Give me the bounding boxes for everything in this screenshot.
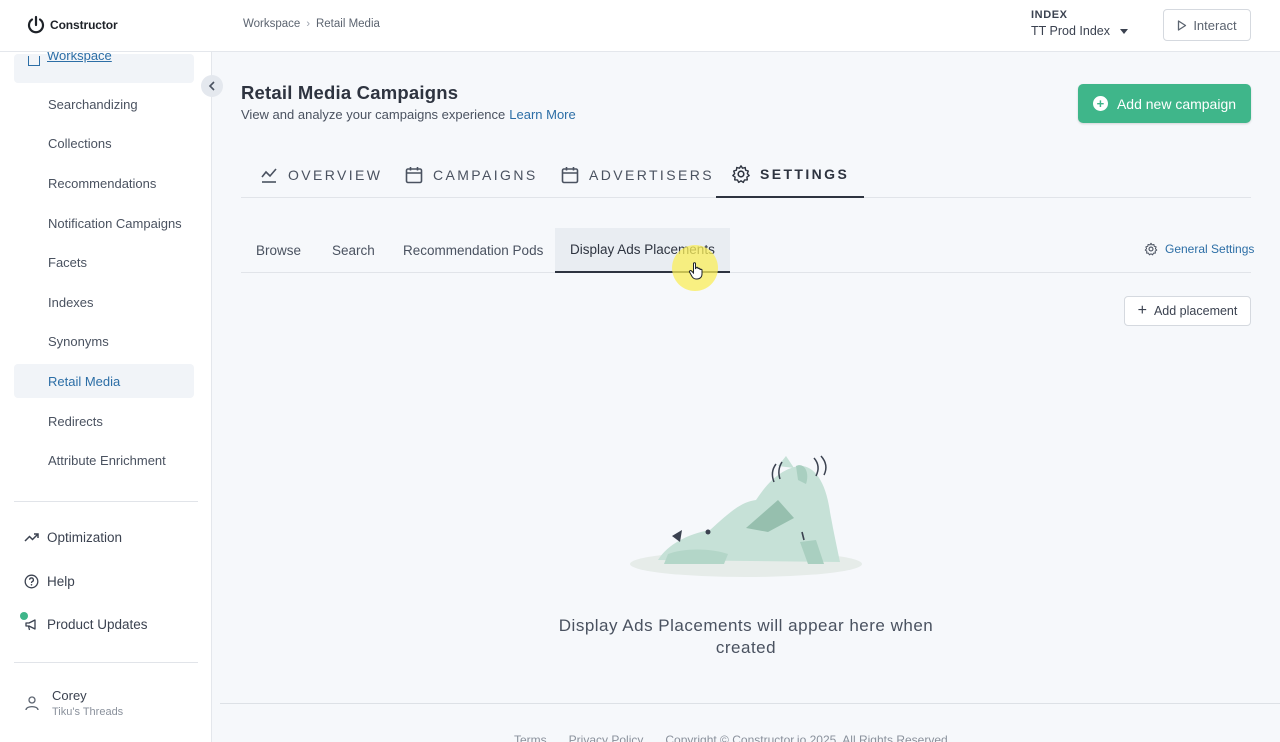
tab-advertisers[interactable]: ADVERTISERS (545, 152, 729, 198)
footer-privacy-link[interactable]: Privacy Policy (569, 733, 644, 742)
collapse-sidebar-button[interactable] (201, 75, 223, 97)
chevron-left-icon (208, 81, 215, 91)
user-icon (25, 696, 39, 711)
sidebar-item-help[interactable]: Help (24, 574, 75, 589)
logo[interactable]: Constructor (26, 15, 118, 35)
sidebar-item-label: Redirects (48, 413, 103, 429)
sidebar-item-label: Attribute Enrichment (48, 452, 166, 468)
add-campaign-label: Add new campaign (1116, 95, 1237, 112)
tab-campaigns[interactable]: CAMPAIGNS (389, 152, 553, 198)
breadcrumb-retail-media[interactable]: Retail Media (316, 18, 380, 30)
sidebar-item-indexes[interactable]: Indexes (14, 285, 194, 319)
index-selector[interactable]: INDEX TT Prod Index (1031, 9, 1128, 38)
logo-text: Constructor (50, 18, 118, 32)
sidebar-item-product-updates[interactable]: Product Updates (24, 617, 148, 632)
sidebar-item-label: Workspace (47, 52, 112, 63)
add-placement-label: Add placement (1153, 304, 1238, 318)
subtab-search[interactable]: Search (317, 228, 390, 273)
sidebar-divider (14, 662, 198, 663)
index-label: INDEX (1031, 9, 1068, 21)
calendar-icon (561, 167, 579, 184)
learn-more-link[interactable]: Learn More (509, 107, 575, 122)
sidebar-item-label: Help (47, 574, 75, 589)
sidebar-item-label: Product Updates (47, 617, 148, 632)
trending-up-icon (24, 533, 39, 542)
plus-circle-icon: + (1092, 96, 1108, 111)
general-settings-link[interactable]: General Settings (1144, 242, 1254, 256)
chevron-right-icon: › (306, 18, 310, 30)
caret-down-icon (1119, 28, 1128, 34)
calendar-icon (405, 167, 423, 184)
sidebar-item-retail-media[interactable]: Retail Media (14, 364, 194, 398)
sidebar-item-redirects[interactable]: Redirects (14, 404, 194, 438)
sidebar-item-label: Synonyms (48, 333, 109, 349)
tab-label: ADVERTISERS (589, 167, 714, 183)
empty-state-dog-illustration (630, 455, 862, 577)
main-tabs: OVERVIEW CAMPAIGNS ADVERTISERS SETTINGS (241, 152, 1251, 198)
hand-cursor-icon (688, 262, 703, 280)
sidebar-item-facets[interactable]: Facets (14, 245, 194, 279)
tab-overview[interactable]: OVERVIEW (244, 152, 397, 198)
add-placement-button[interactable]: + Add placement (1124, 296, 1251, 326)
breadcrumb: Workspace › Retail Media (243, 18, 380, 30)
subtab-browse[interactable]: Browse (241, 228, 316, 273)
sidebar-item-optimization[interactable]: Optimization (24, 530, 122, 545)
interact-label: Interact (1193, 17, 1237, 33)
add-new-campaign-button[interactable]: + Add new campaign (1078, 84, 1251, 123)
sidebar-item-synonyms[interactable]: Synonyms (14, 324, 194, 358)
sidebar-item-label: Collections (48, 135, 112, 151)
tab-label: CAMPAIGNS (433, 167, 538, 183)
gear-icon (1144, 242, 1158, 256)
sidebar-item-workspace[interactable]: Workspace (14, 52, 194, 83)
sidebar-item-collections[interactable]: Collections (14, 126, 194, 160)
user-org: Tiku's Threads (52, 706, 124, 718)
footer-copyright: Copyright © Constructor.io 2025. All Rig… (665, 733, 948, 742)
top-header: Constructor Workspace › Retail Media IND… (0, 0, 1280, 52)
sidebar-item-label: Optimization (47, 530, 123, 545)
footer-terms-link[interactable]: Terms (514, 733, 547, 742)
gear-icon (732, 165, 750, 184)
megaphone-icon (25, 619, 36, 631)
footer-links: Terms Privacy Policy Copyright © Constru… (514, 733, 948, 742)
interact-button[interactable]: Interact (1163, 9, 1251, 41)
user-name: Corey (52, 688, 87, 703)
breadcrumb-workspace[interactable]: Workspace (243, 18, 300, 30)
sidebar-item-label: Indexes (48, 294, 94, 310)
subtab-label: Recommendation Pods (403, 243, 544, 258)
sidebar-item-notification-campaigns[interactable]: Notification Campaigns (14, 206, 194, 240)
tab-label: SETTINGS (760, 166, 850, 182)
general-settings-label: General Settings (1165, 242, 1255, 256)
play-icon (1178, 19, 1187, 31)
subtab-label: Search (332, 243, 375, 258)
sidebar-item-label: Facets (48, 254, 88, 270)
user-profile[interactable]: Corey Tiku's Threads (24, 688, 123, 718)
footer: Terms Privacy Policy Copyright © Constru… (220, 703, 1280, 742)
page-subtitle: View and analyze your campaigns experien… (241, 107, 576, 122)
help-circle-icon (24, 574, 39, 589)
empty-state-message: Display Ads Placements will appear here … (558, 616, 934, 657)
subtab-label: Browse (256, 243, 302, 258)
page-title: Retail Media Campaigns (241, 82, 459, 103)
sidebar-item-label: Notification Campaigns (48, 215, 182, 231)
power-logo-icon (27, 15, 45, 34)
tab-label: OVERVIEW (288, 167, 383, 183)
index-value: TT Prod Index (1031, 24, 1110, 38)
sidebar-item-recommendations[interactable]: Recommendations (14, 166, 194, 200)
chart-line-icon (261, 168, 277, 183)
workspace-icon (28, 56, 40, 66)
sidebar-item-label: Recommendations (48, 175, 157, 191)
page-subtitle-text: View and analyze your campaigns experien… (241, 107, 506, 122)
sidebar-item-searchandizing[interactable]: Searchandizing (14, 87, 194, 121)
tab-settings[interactable]: SETTINGS (716, 152, 865, 198)
sidebar-item-label: Searchandizing (48, 96, 138, 112)
index-value-row[interactable]: TT Prod Index (1031, 24, 1128, 38)
sidebar-item-attribute-enrichment[interactable]: Attribute Enrichment (14, 443, 194, 477)
plus-icon: + (1137, 302, 1147, 319)
settings-sub-tabs: Browse Search Recommendation Pods Displa… (241, 228, 1251, 273)
sidebar-divider (14, 501, 198, 502)
sidebar-item-label: Retail Media (48, 373, 121, 389)
subtab-recommendation-pods[interactable]: Recommendation Pods (388, 228, 558, 273)
sidebar: Workspace Searchandizing Collections Rec… (0, 52, 212, 742)
